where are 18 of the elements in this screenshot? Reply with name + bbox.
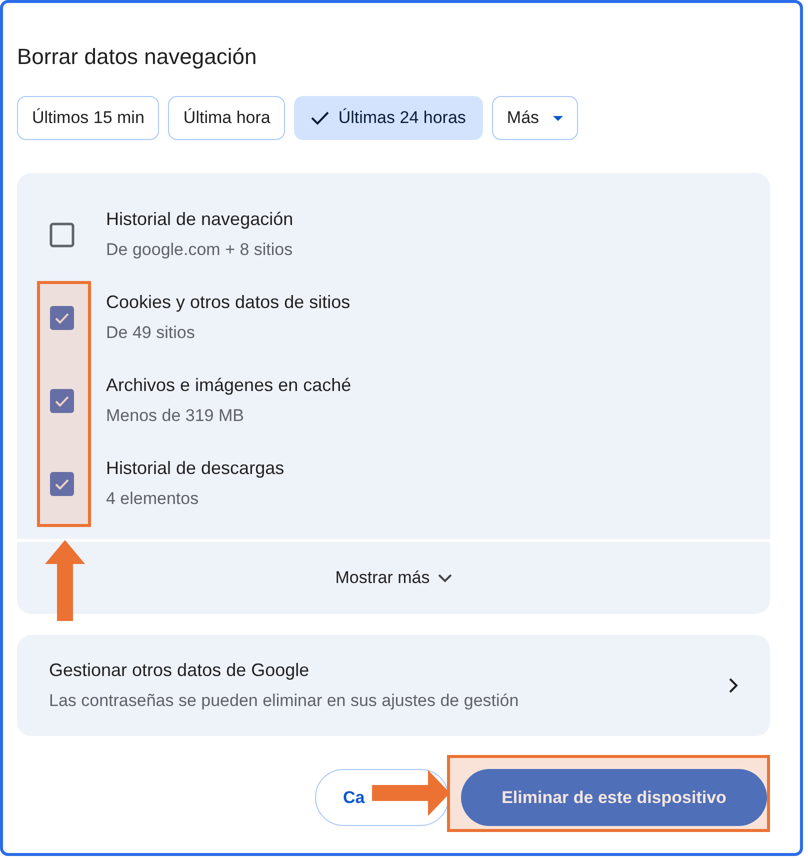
item-title: Archivos e imágenes en caché [106, 374, 352, 396]
time-range-chip[interactable]: Últimos 15 min [17, 96, 160, 140]
item-subtitle: 4 elementos [106, 488, 200, 510]
item-subtitle: Menos de 319 MB [106, 405, 245, 427]
delete-button[interactable]: Eliminar de este dispositivo [461, 769, 767, 826]
card-subtitle: Las contraseñas se pueden eliminar en sus ajustes de gestión [49, 690, 519, 712]
dialog-title: Borrar datos navegación [17, 43, 258, 71]
item-title: Cookies y otros datos de sitios [106, 291, 350, 313]
time-range-chip[interactable]: Última hora [168, 96, 286, 140]
range-dropdown[interactable]: Más [492, 96, 578, 140]
item-title: Historial de navegación [106, 208, 294, 230]
item-subtitle: De google.com + 8 sitios [106, 239, 294, 261]
manage-google-data-card[interactable]: Gestionar otros datos de Google Las contraseñas se pueden eliminar en sus ajustes de gestión [17, 635, 770, 736]
item-title: Historial de descargas [106, 457, 284, 479]
item-subtitle: De 49 sitios [106, 322, 196, 344]
time-range-chip[interactable]: Últimas 24 horas [294, 96, 483, 140]
show-more-button[interactable]: Mostrar más [17, 542, 770, 614]
card-title: Gestionar otros datos de Google [49, 659, 310, 681]
